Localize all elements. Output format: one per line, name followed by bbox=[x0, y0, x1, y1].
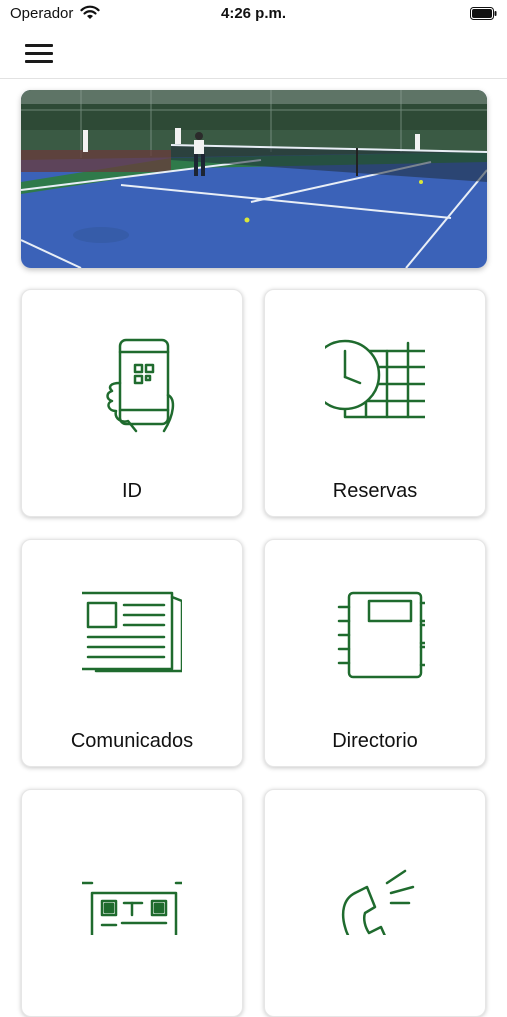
tile-phone-call[interactable] bbox=[264, 789, 486, 1017]
phone-call-icon bbox=[341, 869, 415, 935]
tile-qr-scan[interactable] bbox=[21, 789, 243, 1017]
hamburger-menu-icon[interactable] bbox=[25, 42, 53, 64]
status-time: 4:26 p.m. bbox=[220, 5, 287, 22]
notebook-icon bbox=[337, 591, 425, 679]
phone-qr-icon bbox=[106, 338, 175, 433]
battery-icon bbox=[470, 7, 497, 20]
newspaper-icon bbox=[82, 591, 182, 673]
status-bar: Operador 4:26 p.m. bbox=[0, 0, 507, 28]
tile-label: Directorio bbox=[332, 730, 418, 752]
tile-label: ID bbox=[122, 480, 142, 502]
tile-label: Reservas bbox=[332, 480, 418, 502]
tennis-court-photo bbox=[21, 90, 487, 268]
tile-label: Comunicados bbox=[70, 730, 194, 752]
banner-image bbox=[21, 90, 487, 268]
nav-bar bbox=[0, 28, 507, 79]
tile-reservas[interactable]: Reservas bbox=[264, 289, 486, 517]
qr-scan-icon bbox=[82, 881, 182, 935]
tile-id[interactable]: ID bbox=[21, 289, 243, 517]
tile-directorio[interactable]: Directorio bbox=[264, 539, 486, 767]
clock-calendar-icon bbox=[325, 339, 425, 419]
tile-comunicados[interactable]: Comunicados bbox=[21, 539, 243, 767]
